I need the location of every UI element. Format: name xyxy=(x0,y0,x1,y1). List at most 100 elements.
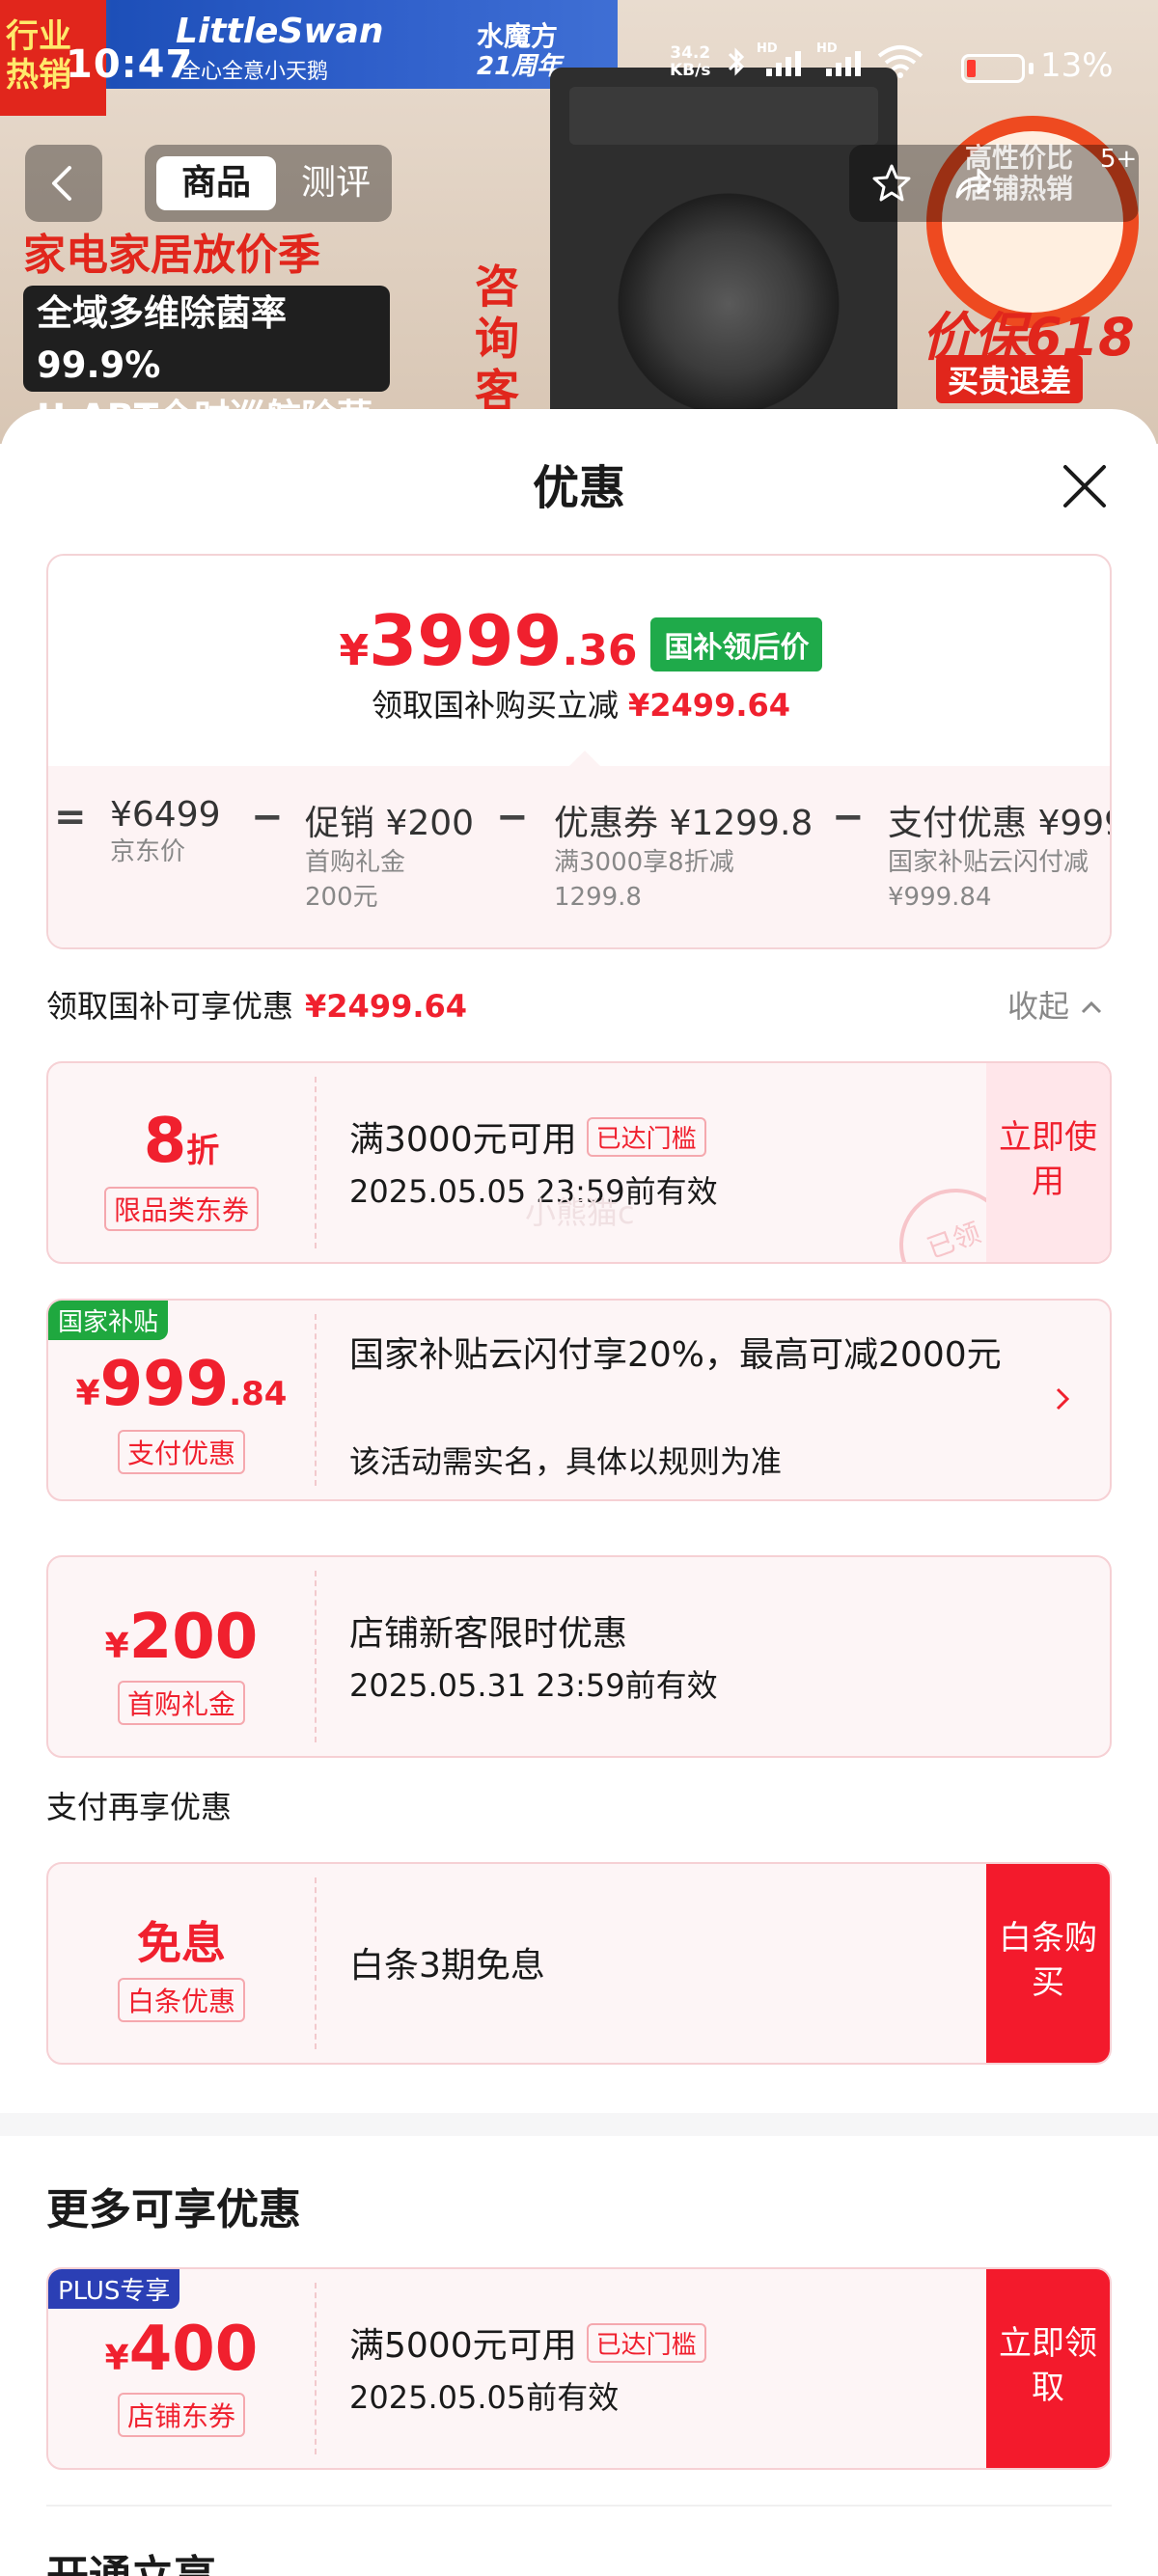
coupon-card-baitiao: 免息 白条优惠 白条3期免息 白条购买 xyxy=(46,1862,1112,2065)
coupon-card-new-customer: ¥200 首购礼金 店铺新客限时优惠 2025.05.31 23:59前有效 xyxy=(46,1555,1112,1758)
price-breakdown: = ¥6499 京东价 − 促销 ¥200 首购礼金 200元 − 优惠券 ¥1… xyxy=(48,766,1110,947)
promo-title: 家电家居放价季 xyxy=(23,231,320,280)
use-now-button[interactable]: 立即使用 xyxy=(986,1063,1110,1262)
back-button[interactable] xyxy=(25,145,102,222)
claim-now-button[interactable]: 立即领取 xyxy=(986,2269,1110,2468)
coupon-type-label: 限品类东券 xyxy=(103,1187,259,1231)
promo-line-1: 全域多维除菌率99.9% xyxy=(37,292,287,386)
coupon-card-plus: PLUS专享 ¥400 店铺东券 满5000元可用 已达门槛 2025.05.05… xyxy=(46,2267,1112,2470)
signal-2-icon: HD xyxy=(816,41,867,78)
subsidy-total: ¥2499.64 xyxy=(305,988,468,1025)
net-speed-value: 34.2 xyxy=(670,43,711,63)
savings-label: 领取国补购买立减 xyxy=(371,687,619,724)
chevron-up-icon xyxy=(1082,1000,1102,1014)
calc-item-coupon: 优惠券 ¥1299.8 满3000享8折减 1299.8 xyxy=(554,795,813,915)
subsidy-section-label: 领取国补可享优惠 ¥2499.64 xyxy=(46,982,467,1027)
calc-sub-2: 200元 xyxy=(305,883,378,912)
header-tabs: 商品 测评 xyxy=(145,145,392,222)
signal-1-icon: HD xyxy=(757,41,807,78)
coupon-value: ¥999.84 支付优惠 xyxy=(48,1301,315,1499)
calc-sub: 国家补贴云闪付减 xyxy=(888,848,1089,877)
coupon-amount-number: 200 xyxy=(128,1602,259,1673)
coupon-amount-symbol: ¥ xyxy=(104,2339,129,2378)
coupon-amount: 免息 xyxy=(137,1917,226,1969)
coupon-condition: 满5000元可用 已达门槛 xyxy=(349,2317,706,2368)
coupon-amount-unit: 折 xyxy=(186,1132,220,1170)
coupon-card-national-subsidy[interactable]: 国家补贴 ¥999.84 支付优惠 国家补贴云闪付享20%，最高可减2000元 … xyxy=(46,1299,1112,1501)
threshold-reached-badge: 已达门槛 xyxy=(586,2323,706,2363)
coupon-type-label: 店铺东券 xyxy=(117,2393,245,2437)
coupon-condition-text: 满3000元可用 xyxy=(349,1120,577,1160)
price-integer: 3999 xyxy=(369,600,563,681)
coupon-condition: 满3000元可用 已达门槛 xyxy=(349,1111,706,1162)
coupon-type-label: 支付优惠 xyxy=(117,1430,245,1474)
open-membership-title: 开通立享 xyxy=(46,2541,216,2576)
coupon-expiry: 2025.05.31 23:59前有效 xyxy=(349,1667,718,1704)
battery-icon xyxy=(961,54,1025,83)
wifi-icon xyxy=(877,45,924,78)
calc-op-equals: = xyxy=(54,795,87,839)
savings-amount: ¥2499.64 xyxy=(628,687,791,724)
savings-line: 领取国补购买立减 ¥2499.64 xyxy=(48,681,1110,726)
coupon-value: 免息 白条优惠 xyxy=(48,1864,315,2063)
battery-percent: 13% xyxy=(1040,46,1114,85)
calc-op-minus: − xyxy=(832,795,865,839)
promo-618-subtext: 买贵退差 xyxy=(936,355,1084,403)
calc-title: 优惠券 ¥1299.8 xyxy=(554,804,813,843)
coupon-amount-symbol: ¥ xyxy=(104,1627,129,1666)
calc-op-minus: − xyxy=(496,795,529,839)
calc-title: 支付优惠 ¥999.84 xyxy=(888,804,1110,843)
final-price: ¥ 3999 .36 国补领后价 xyxy=(48,600,1110,681)
coupon-type-tag: 白条优惠 xyxy=(48,1978,315,2022)
price-decimal: .36 xyxy=(562,626,638,675)
coupon-card-discount: 8折 限品类东券 满3000元可用 已达门槛 2025.05.05 23:59前有… xyxy=(46,1061,1112,1264)
coupon-amount-number: 999 xyxy=(99,1349,230,1420)
coupon-condition-text: 满5000元可用 xyxy=(349,2326,577,2366)
coupon-type-tag: 店铺东券 xyxy=(48,2393,315,2437)
tab-review[interactable]: 测评 xyxy=(288,156,384,210)
calc-sub-2: 1299.8 xyxy=(554,883,642,912)
promo-feature-box: 全域多维除菌率99.9% U.ABT全时巡航除菌 xyxy=(23,286,390,438)
ranking-line-2: 店铺热销 xyxy=(965,173,1074,205)
coupon-note: 该活动需实名，具体以规则为准 xyxy=(349,1443,783,1480)
coupon-value: ¥200 首购礼金 xyxy=(48,1557,315,1756)
sheet-title: 优惠 xyxy=(532,461,625,515)
calc-op-minus: − xyxy=(251,795,284,839)
close-icon xyxy=(1063,465,1106,507)
star-favorite-icon[interactable] xyxy=(868,160,915,206)
calc-item-payment: 支付优惠 ¥999.84 国家补贴云闪付减 ¥999.84 xyxy=(888,795,1110,915)
coupon-divider xyxy=(315,1314,317,1486)
coupon-amount-number: 400 xyxy=(128,2314,259,2385)
ranking-overlay-text: 高性价比 店铺热销 xyxy=(965,143,1073,205)
calc-sub: 首购礼金 xyxy=(305,848,406,877)
calc-title: ¥6499 xyxy=(110,795,221,835)
calc-item-jd-price: ¥6499 京东价 xyxy=(110,795,221,869)
bluetooth-icon xyxy=(728,47,745,76)
coupon-divider xyxy=(315,1571,317,1742)
back-arrow-icon xyxy=(52,166,71,201)
coupon-amount: 8折 xyxy=(48,1106,315,1177)
pay-section-label: 支付再享优惠 xyxy=(46,1789,233,1825)
coupon-amount-symbol: ¥ xyxy=(75,1374,100,1413)
calc-sub: 京东价 xyxy=(110,837,186,866)
section-separator xyxy=(0,2113,1158,2136)
coupon-description: 国家补贴云闪付享20%，最高可减2000元 xyxy=(349,1335,1002,1375)
close-button[interactable] xyxy=(1056,457,1114,515)
baitiao-buy-button[interactable]: 白条购买 xyxy=(986,1864,1110,2063)
status-time: 10:47 xyxy=(66,42,194,87)
discount-sheet: 优惠 ¥ 3999 .36 国补领后价 领取国补购买立减 ¥2499.64 = ¥… xyxy=(0,409,1158,2576)
consult-vertical-text: 咨询客 xyxy=(475,260,519,417)
coupon-value: ¥400 店铺东券 xyxy=(48,2269,315,2468)
collapse-toggle[interactable]: 收起 xyxy=(1007,982,1104,1027)
price-symbol: ¥ xyxy=(339,626,370,675)
chevron-right-icon xyxy=(1056,1387,1070,1411)
calc-sub: 满3000享8折减 xyxy=(554,848,734,877)
calc-item-promo: 促销 ¥200 首购礼金 200元 xyxy=(305,795,474,915)
tab-product[interactable]: 商品 xyxy=(156,156,276,210)
calc-title: 促销 ¥200 xyxy=(305,804,475,843)
coupon-expiry: 2025.05.05前有效 xyxy=(349,2379,620,2416)
status-bar: 10:47 34.2 KB/s HD HD 13% xyxy=(0,39,1158,100)
ranking-line-1: 高性价比 xyxy=(965,142,1074,174)
divider xyxy=(46,2505,1112,2507)
coupon-type-label: 白条优惠 xyxy=(117,1978,245,2022)
